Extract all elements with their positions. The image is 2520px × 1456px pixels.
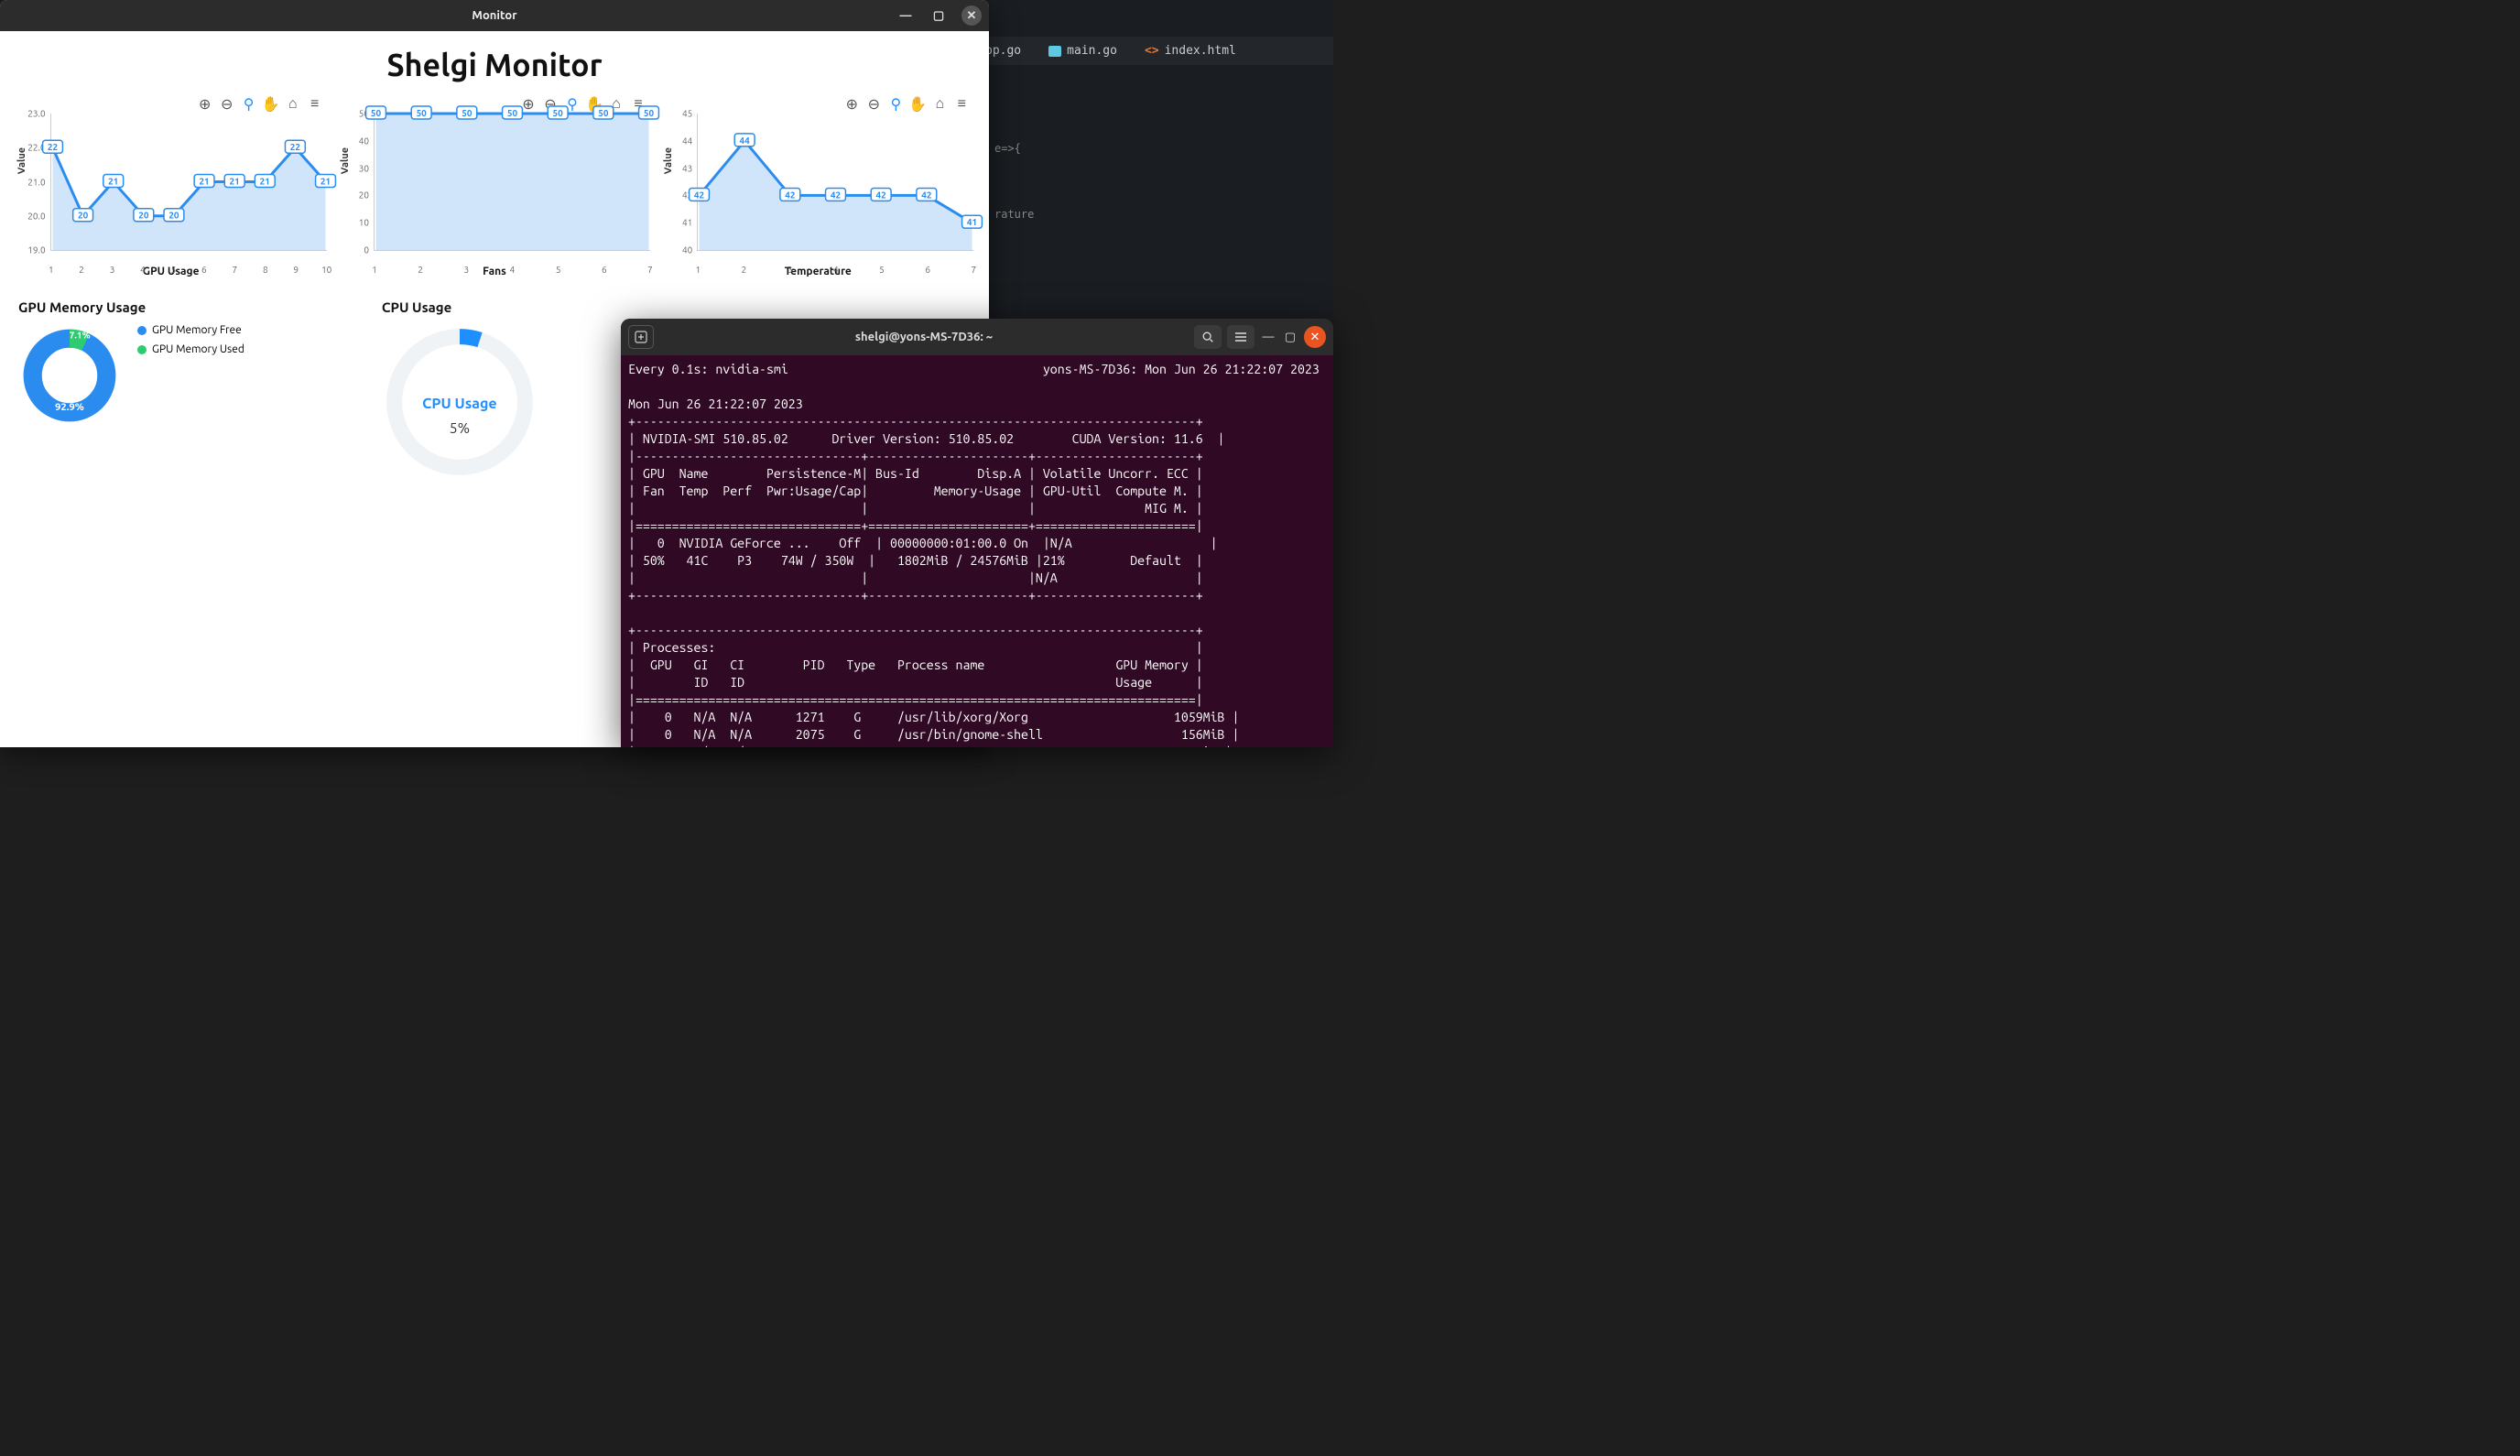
menu-button[interactable] xyxy=(1227,325,1255,349)
cpu-usage-title: CPU Usage xyxy=(382,299,538,315)
svg-text:50: 50 xyxy=(598,108,609,118)
zoom-out-icon[interactable]: ⊖ xyxy=(865,95,882,112)
svg-text:21: 21 xyxy=(229,176,239,186)
svg-text:22: 22 xyxy=(289,142,300,152)
editor-tab-index-html[interactable]: <>index.html xyxy=(1145,44,1236,58)
svg-text:42: 42 xyxy=(694,190,705,200)
cpu-usage-section: CPU Usage CPU Usage 5% xyxy=(382,299,538,480)
svg-text:50: 50 xyxy=(417,108,428,118)
terminal-title: shelgi@yons-MS-7D36: ~ xyxy=(855,331,993,343)
svg-text:50: 50 xyxy=(644,108,655,118)
search-button[interactable] xyxy=(1194,325,1222,349)
terminal-close-button[interactable]: ✕ xyxy=(1304,326,1326,348)
pan-icon[interactable]: ✋ xyxy=(909,95,926,112)
home-icon[interactable]: ⌂ xyxy=(285,95,301,112)
svg-text:92.9%: 92.9% xyxy=(55,402,84,413)
maximize-button[interactable]: ▢ xyxy=(929,5,949,26)
zoom-out-icon[interactable]: ⊖ xyxy=(219,95,235,112)
zoom-in-icon[interactable]: ⊕ xyxy=(843,95,860,112)
svg-text:7.1%: 7.1% xyxy=(70,331,91,341)
chart-fans: ⊕⊖⚲✋⌂≡Value01020304050123456750505050505… xyxy=(339,92,650,277)
terminal-titlebar[interactable]: shelgi@yons-MS-7D36: ~ — ▢ ✕ xyxy=(621,319,1333,355)
svg-text:44: 44 xyxy=(740,136,751,146)
svg-text:21: 21 xyxy=(108,176,118,186)
terminal-minimize-button[interactable]: — xyxy=(1260,331,1276,343)
svg-text:20: 20 xyxy=(138,211,149,221)
titlebar[interactable]: Monitor — ▢ ✕ xyxy=(0,0,989,31)
menu-icon[interactable]: ≡ xyxy=(307,95,323,112)
svg-text:21: 21 xyxy=(199,176,209,186)
home-icon[interactable]: ⌂ xyxy=(931,95,948,112)
search-icon[interactable]: ⚲ xyxy=(887,95,904,112)
svg-text:21: 21 xyxy=(320,176,331,186)
window-title: Monitor xyxy=(472,9,516,22)
svg-text:42: 42 xyxy=(876,190,887,200)
svg-text:50: 50 xyxy=(507,108,518,118)
chart-temperature: ⊕⊖⚲✋⌂≡Value40414243444512345674244424242… xyxy=(662,92,973,277)
zoom-in-icon[interactable]: ⊕ xyxy=(197,95,213,112)
terminal-maximize-button[interactable]: ▢ xyxy=(1282,331,1298,344)
minimize-button[interactable]: — xyxy=(896,5,916,26)
svg-text:50: 50 xyxy=(462,108,472,118)
svg-text:20: 20 xyxy=(168,211,179,221)
svg-text:42: 42 xyxy=(922,190,933,200)
svg-text:20: 20 xyxy=(78,211,89,221)
new-tab-button[interactable] xyxy=(628,325,654,349)
gpu-memory-title: GPU Memory Usage xyxy=(18,299,244,315)
svg-text:22: 22 xyxy=(48,142,59,152)
svg-text:41: 41 xyxy=(967,217,977,227)
cpu-gauge: CPU Usage 5% xyxy=(382,324,538,480)
menu-icon[interactable]: ≡ xyxy=(953,95,970,112)
legend-used: GPU Memory Used xyxy=(137,343,244,355)
svg-text:50: 50 xyxy=(553,108,564,118)
svg-text:42: 42 xyxy=(786,190,797,200)
cpu-gauge-label: CPU Usage xyxy=(382,396,538,412)
cpu-gauge-value: 5% xyxy=(382,420,538,437)
pan-icon[interactable]: ✋ xyxy=(263,95,279,112)
gpu-memory-donut: 92.9% 7.1% xyxy=(18,324,121,427)
charts-row: ⊕⊖⚲✋⌂≡Value19.020.021.022.023.0123456789… xyxy=(0,92,989,277)
svg-text:42: 42 xyxy=(831,190,842,200)
legend-free: GPU Memory Free xyxy=(137,324,244,336)
code-snippet: e=>{ rature xyxy=(967,65,1333,243)
close-button[interactable]: ✕ xyxy=(961,5,982,26)
html-icon: <> xyxy=(1145,44,1159,58)
page-title: Shelgi Monitor xyxy=(0,31,989,92)
svg-text:50: 50 xyxy=(371,108,382,118)
gpu-memory-legend: GPU Memory Free GPU Memory Used xyxy=(137,324,244,363)
editor-tab-app-go[interactable]: pp.go xyxy=(985,44,1021,58)
go-icon xyxy=(1048,46,1061,57)
terminal-body[interactable]: Every 0.1s: nvidia-smi yons-MS-7D36: Mon… xyxy=(621,355,1333,747)
terminal-window: shelgi@yons-MS-7D36: ~ — ▢ ✕ Every 0.1s:… xyxy=(621,319,1333,747)
gpu-memory-section: GPU Memory Usage 92.9% 7.1% GPU Memory F… xyxy=(18,299,244,480)
editor-tabs: pp.go main.go <>index.html xyxy=(967,37,1333,65)
svg-text:21: 21 xyxy=(259,176,269,186)
editor-tab-main-go[interactable]: main.go xyxy=(1048,44,1117,58)
chart-gpu-usage: ⊕⊖⚲✋⌂≡Value19.020.021.022.023.0123456789… xyxy=(16,92,327,277)
search-icon[interactable]: ⚲ xyxy=(241,95,257,112)
